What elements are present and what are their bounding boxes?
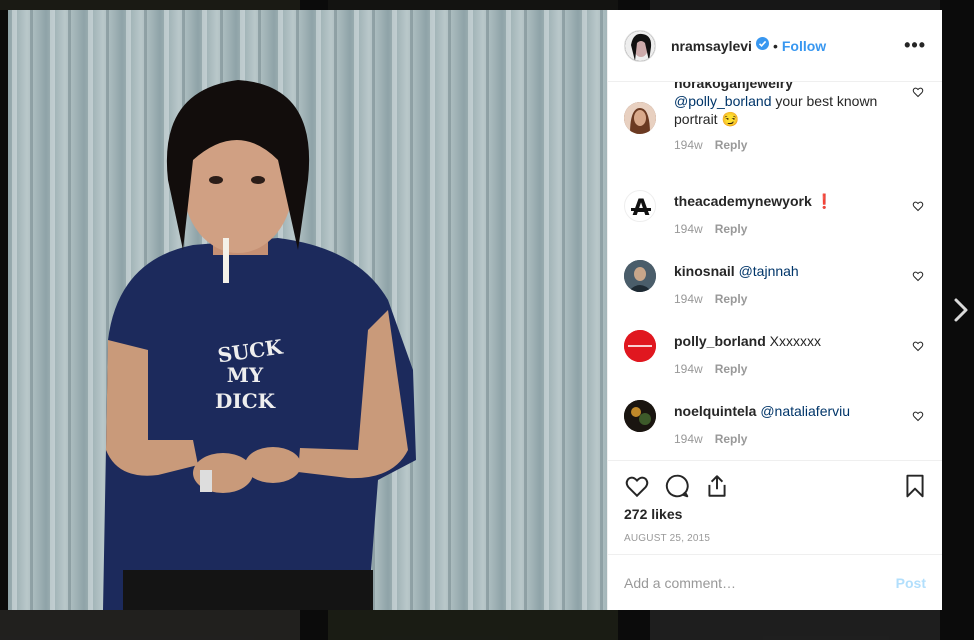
comment-like-heart-icon[interactable] (912, 410, 924, 422)
commenter-avatar[interactable]: A (624, 190, 656, 222)
shirt-text-line2: MY (227, 363, 264, 387)
comment-username[interactable]: kinosnail (674, 263, 735, 279)
comment-age: 194w (674, 222, 703, 236)
comment-text: Xxxxxxx (765, 333, 822, 349)
more-options-icon[interactable]: ••• (904, 35, 926, 56)
comment-item: kinosnail @tajnnah 194w Reply (624, 260, 926, 310)
commenter-avatar[interactable] (624, 102, 656, 134)
likes-count[interactable]: 272 likes (624, 506, 682, 522)
commenter-avatar[interactable] (624, 330, 656, 362)
author-avatar[interactable] (624, 29, 656, 62)
comment-username[interactable]: noelquintela (674, 403, 756, 419)
heart-icon[interactable] (624, 473, 650, 499)
comment-like-heart-icon[interactable] (912, 200, 924, 212)
verified-badge-icon (755, 36, 769, 55)
comment-age: 194w (674, 292, 703, 306)
shirt-text-line3: DICK (215, 389, 276, 413)
add-comment-bar: Post (608, 554, 942, 610)
comment-mention[interactable]: @tajnnah (735, 263, 799, 279)
follow-button[interactable]: Follow (782, 38, 826, 54)
author-username[interactable]: nramsaylevi (671, 38, 752, 54)
comment-item: A theacademynewyork ❗ 194w Reply (624, 190, 926, 240)
comment-text: ❗ (811, 193, 834, 209)
comment-mention[interactable]: @nataliaferviu (756, 403, 850, 419)
comment-age: 194w (674, 138, 703, 152)
comment-input[interactable] (624, 574, 896, 591)
comment-item: noelquintela @nataliaferviu 194w Reply (624, 400, 926, 450)
post-modal: SUCK MY DICK nramsaylevi • Follow ••• no… (8, 10, 942, 610)
comments-list[interactable]: norakoganjewelry @polly_borland your bes… (608, 82, 942, 460)
comment-username[interactable]: norakoganjewelry (674, 82, 793, 91)
comment-username[interactable]: polly_borland (674, 333, 766, 349)
reply-button[interactable]: Reply (715, 138, 748, 152)
bookmark-icon[interactable] (902, 473, 928, 499)
reply-button[interactable]: Reply (715, 292, 748, 306)
reply-button[interactable]: Reply (715, 432, 748, 446)
comment-icon[interactable] (664, 473, 690, 499)
header-separator: • (772, 37, 778, 54)
comment-like-heart-icon[interactable] (912, 86, 924, 98)
reply-button[interactable]: Reply (715, 222, 748, 236)
post-comment-button[interactable]: Post (896, 575, 926, 591)
comment-age: 194w (674, 432, 703, 446)
share-icon[interactable] (704, 473, 730, 499)
post-header: nramsaylevi • Follow ••• (608, 10, 942, 82)
comment-item: polly_borland Xxxxxxx 194w Reply (624, 330, 926, 380)
comment-item: norakoganjewelry @polly_borland your bes… (624, 82, 926, 160)
post-actions: 272 likes AUGUST 25, 2015 Post (608, 460, 942, 610)
comment-like-heart-icon[interactable] (912, 270, 924, 282)
reply-button[interactable]: Reply (715, 362, 748, 376)
post-date: AUGUST 25, 2015 (624, 533, 711, 544)
commenter-avatar[interactable] (624, 400, 656, 432)
comment-like-heart-icon[interactable] (912, 340, 924, 352)
photo-illustration: SUCK MY DICK (8, 10, 607, 610)
comment-age: 194w (674, 362, 703, 376)
post-sidebar: nramsaylevi • Follow ••• norakoganjewelr… (607, 10, 942, 610)
comment-username[interactable]: theacademynewyork (674, 193, 812, 209)
chevron-right-icon[interactable] (946, 288, 974, 332)
commenter-avatar[interactable] (624, 260, 656, 292)
post-photo: SUCK MY DICK (8, 10, 607, 610)
comment-mention[interactable]: @polly_borland (674, 93, 772, 109)
